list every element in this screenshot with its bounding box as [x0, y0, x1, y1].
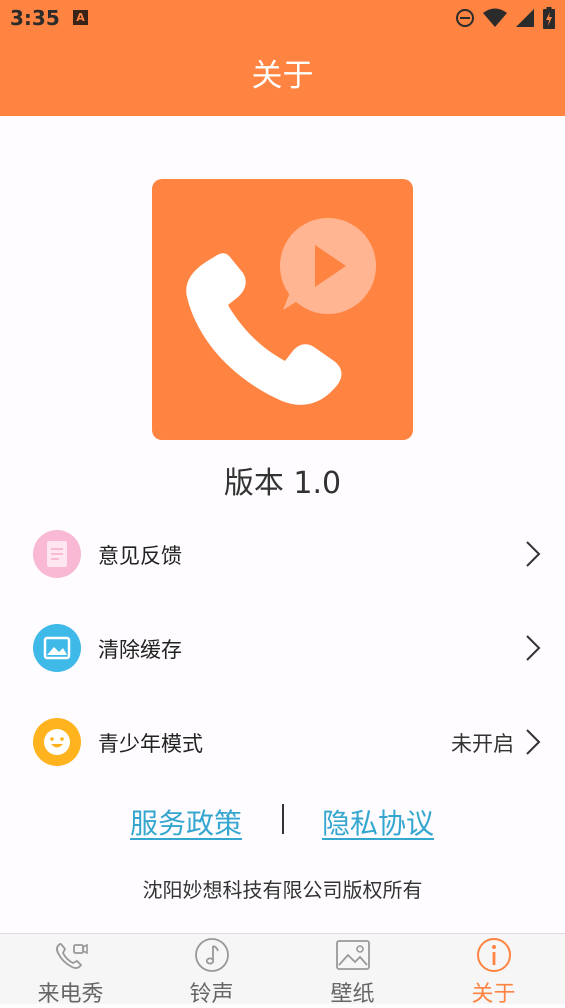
- menu-item-feedback[interactable]: 意见反馈: [0, 516, 565, 592]
- battery-charging-icon: [543, 7, 555, 29]
- teen-mode-status: 未开启: [451, 732, 514, 756]
- tab-label: 关于: [471, 982, 516, 1007]
- signal-icon: [516, 9, 534, 27]
- status-bar: 3:35 A: [0, 0, 565, 36]
- image-icon: [336, 940, 370, 970]
- status-time: 3:35: [10, 6, 60, 30]
- page-title: 关于: [251, 58, 314, 94]
- tab-label: 铃声: [189, 982, 234, 1007]
- menu-item-label: 清除缓存: [98, 638, 182, 662]
- menu-item-clear-cache[interactable]: 清除缓存: [0, 610, 565, 686]
- chevron-right-icon: [526, 729, 541, 755]
- app-bar: 关于: [0, 36, 565, 116]
- teen-mode-icon: [33, 718, 81, 766]
- tab-ringtone[interactable]: 铃声: [141, 934, 282, 1007]
- privacy-policy-link[interactable]: 隐私协议: [322, 802, 434, 842]
- tab-wallpaper[interactable]: 壁纸: [282, 934, 423, 1007]
- feedback-icon: [33, 530, 81, 578]
- chevron-right-icon: [526, 635, 541, 661]
- app-logo: [152, 179, 413, 440]
- tab-label: 壁纸: [330, 982, 375, 1007]
- info-icon: [477, 938, 511, 972]
- copyright-text: 沈阳妙想科技有限公司版权所有: [142, 878, 423, 902]
- wifi-icon: [483, 8, 507, 27]
- bottom-tab-bar: 来电秀 铃声 壁纸 关于: [0, 933, 565, 1007]
- tab-incoming-call-show[interactable]: 来电秀: [0, 934, 141, 1007]
- tab-label: 来电秀: [37, 982, 104, 1007]
- policy-links: 服务政策 隐私协议: [0, 798, 565, 844]
- phone-video-icon: [56, 943, 88, 969]
- version-label: 版本 1.0: [223, 466, 342, 501]
- menu-item-label: 意见反馈: [98, 544, 182, 568]
- do-not-disturb-icon: [456, 9, 474, 27]
- status-icons: [455, 7, 555, 29]
- chevron-right-icon: [526, 541, 541, 567]
- notification-app-icon: A: [73, 10, 88, 25]
- phone-video-logo-icon: [186, 218, 376, 405]
- clear-cache-icon: [33, 624, 81, 672]
- menu-item-label: 青少年模式: [98, 732, 203, 756]
- service-policy-link[interactable]: 服务政策: [130, 802, 242, 842]
- tab-about[interactable]: 关于: [423, 934, 564, 1007]
- menu-item-teen-mode[interactable]: 青少年模式 未开启: [0, 704, 565, 780]
- music-note-icon: [195, 938, 229, 972]
- links-divider: [282, 804, 284, 834]
